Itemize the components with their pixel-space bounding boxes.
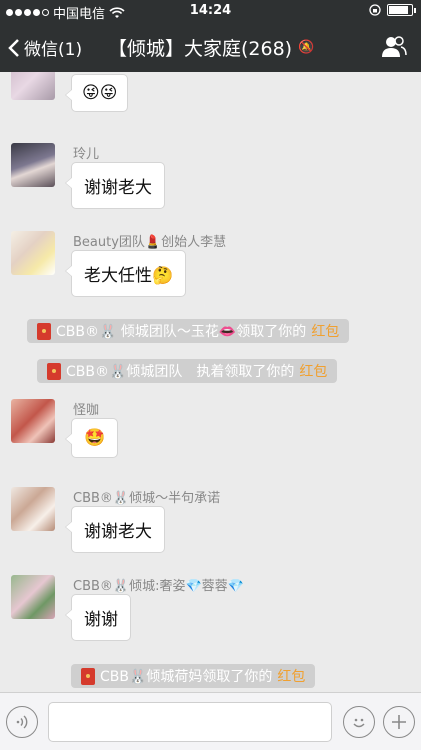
back-button[interactable]: 微信(1) xyxy=(8,35,82,60)
emoji-face-icon: 😜😜 xyxy=(82,83,118,103)
red-packet-link[interactable]: 红包 xyxy=(311,321,339,341)
red-packet-icon xyxy=(37,322,51,340)
sender-name: CBB®🐰倾城～半句承诺 xyxy=(73,491,221,506)
avatar[interactable] xyxy=(11,487,55,531)
system-notice: CBB®🐰倾城团队 执着领取了你的 红包 xyxy=(37,359,338,383)
mute-bell-icon: 🔕 xyxy=(298,40,315,55)
message-bubble[interactable]: 老大任性🤔 xyxy=(64,250,187,297)
voice-icon[interactable] xyxy=(6,706,38,738)
orientation-lock-icon xyxy=(369,4,381,16)
status-right xyxy=(369,4,416,16)
system-notice-text: CBB®🐰倾城团队 执着领取了你的 xyxy=(66,364,295,380)
plus-sign-icon xyxy=(392,715,406,729)
system-notice-text: CBB®🐰 倾城团队～玉花👄领取了你的 xyxy=(56,324,307,340)
clock: 14:24 xyxy=(189,3,232,18)
message-bubble[interactable]: 😜😜 xyxy=(64,74,129,112)
smiley-face-icon xyxy=(353,718,365,728)
sender-name: CBB®🐰倾城:奢姿💎蓉蓉💎 xyxy=(73,579,244,594)
message-text: 老大任性🤔 xyxy=(84,266,174,286)
plus-icon[interactable] xyxy=(383,706,415,738)
back-label: 微信(1) xyxy=(24,40,83,60)
message-text: 谢谢老大 xyxy=(84,522,152,542)
message-bubble[interactable]: 🤩 xyxy=(64,418,119,458)
red-packet-link[interactable]: 红包 xyxy=(277,666,305,686)
avatar[interactable] xyxy=(11,143,55,187)
avatar[interactable] xyxy=(11,399,55,443)
avatar[interactable] xyxy=(11,575,55,619)
sender-name: 怪咖 xyxy=(73,403,100,418)
red-packet-icon xyxy=(47,362,61,380)
status-bar: 中国电信 14:24 xyxy=(0,0,421,22)
system-notice-text: CBB🐰倾城荷妈领取了你的 xyxy=(100,669,273,685)
message-bubble[interactable]: 谢谢老大 xyxy=(65,162,165,209)
input-bar xyxy=(0,692,421,750)
system-notice: CBB®🐰 倾城团队～玉花👄领取了你的 红包 xyxy=(27,319,350,343)
battery-icon xyxy=(387,4,416,16)
red-packet-icon xyxy=(81,667,95,685)
message-bubble[interactable]: 谢谢老大 xyxy=(65,506,165,553)
message-text: 谢谢老大 xyxy=(84,178,152,198)
smiley-icon[interactable] xyxy=(343,706,375,738)
message-bubble[interactable]: 谢谢 xyxy=(65,594,131,641)
system-notice: CBB🐰倾城荷妈领取了你的 红包 xyxy=(71,664,316,688)
group-title-text: 【倾城】大家庭(268) xyxy=(108,38,293,60)
chat-header: 微信(1) 【倾城】大家庭(268) 🔕 xyxy=(0,22,421,72)
chevron-left-icon xyxy=(8,38,19,57)
group-title: 【倾城】大家庭(268) 🔕 xyxy=(108,34,314,61)
voice-wave-icon xyxy=(16,715,28,729)
avatar[interactable] xyxy=(11,231,55,275)
message-text: 谢谢 xyxy=(84,610,118,630)
red-packet-link[interactable]: 红包 xyxy=(299,361,327,381)
star-struck-icon: 🤩 xyxy=(84,428,106,448)
message-list[interactable]: 😜😜 玲儿 谢谢老大 Beauty团队💄创始人李慧 老大任性🤔 CBB®🐰 倾城… xyxy=(0,72,421,692)
people-icon[interactable] xyxy=(381,35,407,59)
avatar[interactable] xyxy=(11,72,55,100)
sender-name: Beauty团队💄创始人李慧 xyxy=(73,235,227,250)
message-input[interactable] xyxy=(48,702,332,742)
sender-name: 玲儿 xyxy=(73,147,100,162)
